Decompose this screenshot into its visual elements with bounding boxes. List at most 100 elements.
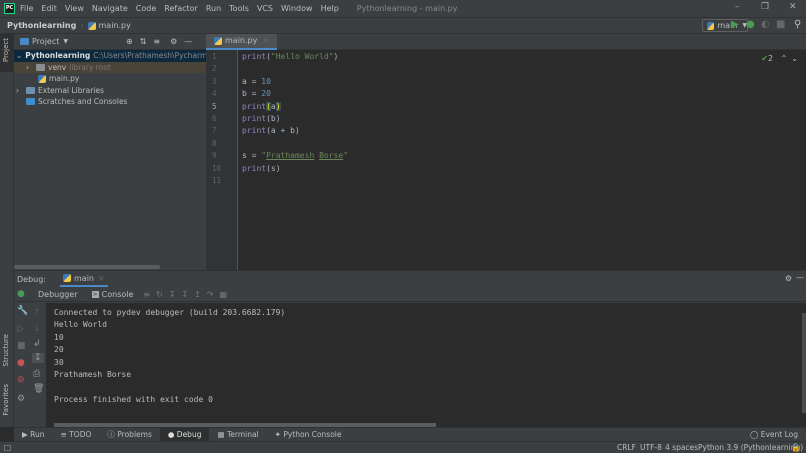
tool-window-bar: ▶ Run ≡ TODO ⓘ Problems ● Debug ▦ Termin… bbox=[14, 427, 806, 442]
toggle-tool-windows-icon[interactable]: □ bbox=[4, 443, 11, 452]
up-icon[interactable]: ↑ bbox=[33, 308, 41, 318]
python-file-icon bbox=[87, 21, 96, 30]
run-icon[interactable]: ▶ bbox=[731, 19, 739, 30]
code-editor[interactable]: main.py × 1 2 3 4 5 6 7 8 9 10 11 print(… bbox=[206, 33, 806, 270]
line-separator[interactable]: CRLF bbox=[617, 443, 636, 452]
pycharm-logo-icon: PC bbox=[4, 3, 15, 14]
stop-icon[interactable]: ■ bbox=[776, 19, 785, 30]
print-icon[interactable]: ⎙ bbox=[33, 369, 40, 379]
event-log-button[interactable]: ◯ Event Log bbox=[742, 428, 806, 442]
gear-icon[interactable]: ⚙ bbox=[785, 274, 792, 283]
tree-item-external-libraries[interactable]: › External Libraries bbox=[14, 85, 206, 97]
inspection-count: 2 bbox=[767, 54, 774, 63]
step-toolbar[interactable]: ≡↻↧↧↥↷▦ bbox=[143, 290, 233, 299]
breadcrumb-project[interactable]: Pythonlearning bbox=[7, 21, 76, 30]
menu-vcs[interactable]: VCS bbox=[257, 4, 273, 13]
console-line: Hello World bbox=[54, 320, 107, 330]
settings-icon[interactable]: ⚙ bbox=[17, 394, 25, 404]
debug-panel: Debug: main × ⚙ — Debugger > Console ≡↻↧↧… bbox=[14, 270, 806, 428]
tree-item-venv[interactable]: › venv library root bbox=[14, 61, 206, 73]
horizontal-scrollbar[interactable] bbox=[14, 265, 160, 269]
tool-tab-debug[interactable]: ● Debug bbox=[159, 427, 210, 442]
structure-tool-button[interactable]: Structure bbox=[2, 334, 10, 367]
tool-tab-problems[interactable]: ⓘ Problems bbox=[99, 428, 159, 442]
console-output[interactable]: Connected to pydev debugger (build 203.6… bbox=[46, 303, 806, 428]
hide-icon[interactable]: — bbox=[796, 273, 804, 282]
tab-console[interactable]: > Console bbox=[91, 290, 133, 299]
expand-all-icon[interactable]: ⇅ bbox=[140, 37, 147, 46]
tool-tab-run[interactable]: ▶ Run bbox=[14, 428, 53, 442]
menu-navigate[interactable]: Navigate bbox=[92, 4, 128, 13]
maximize-button[interactable]: ❐ bbox=[761, 2, 769, 12]
resume-icon[interactable]: ▷ bbox=[17, 324, 24, 334]
line-number: 10 bbox=[212, 163, 222, 173]
debug-session-tab[interactable]: main × bbox=[60, 271, 108, 287]
venv-label: venv bbox=[48, 62, 67, 72]
mute-breakpoints-icon[interactable]: ⊘ bbox=[17, 375, 25, 385]
lock-icon[interactable]: 🔓 bbox=[791, 443, 800, 452]
inspection-widget[interactable]: ✔2 ⌃ ⌄ bbox=[761, 54, 798, 63]
rerun-debug-icon[interactable]: ● bbox=[17, 289, 25, 299]
code-line: a = 10 bbox=[242, 76, 271, 86]
tree-item-project-root[interactable]: ⌄ Pythonlearning C:\Users\Prathamesh\Pyc… bbox=[14, 50, 230, 62]
menu-window[interactable]: Window bbox=[281, 4, 313, 13]
soft-wrap-icon[interactable]: ↲ bbox=[33, 339, 41, 349]
console-v-scrollbar[interactable] bbox=[802, 313, 806, 413]
tool-tab-todo[interactable]: ≡ TODO bbox=[53, 428, 100, 442]
clear-all-icon[interactable]: 🗑 bbox=[33, 384, 44, 394]
favorites-tool-button[interactable]: Favorites bbox=[2, 384, 10, 416]
run-config-select[interactable]: main ▼ bbox=[702, 19, 748, 32]
tab-debugger[interactable]: Debugger bbox=[38, 290, 78, 299]
down-icon[interactable]: ↓ bbox=[33, 324, 41, 334]
search-icon[interactable]: ⚲ bbox=[794, 19, 801, 30]
gear-icon[interactable]: ⚙ bbox=[170, 37, 177, 46]
line-number: 11 bbox=[212, 176, 222, 185]
main-py-label: main.py bbox=[49, 74, 80, 84]
menu-file[interactable]: File bbox=[20, 4, 33, 13]
line-number: 5 bbox=[212, 101, 217, 111]
coverage-icon[interactable]: ◐ bbox=[761, 19, 770, 30]
stop-icon[interactable]: ■ bbox=[17, 341, 26, 351]
window-title: Pythonlearning - main.py bbox=[356, 4, 458, 13]
close-tab-icon[interactable]: × bbox=[262, 36, 269, 45]
navigation-bar: Pythonlearning › main.py bbox=[0, 17, 806, 34]
minimize-button[interactable]: – bbox=[735, 2, 740, 12]
menu-refactor[interactable]: Refactor bbox=[164, 4, 198, 13]
menu-edit[interactable]: Edit bbox=[41, 4, 57, 13]
collapse-all-icon[interactable]: ≡ bbox=[153, 37, 160, 46]
menu-code[interactable]: Code bbox=[136, 4, 156, 13]
code-line: print(a) bbox=[242, 101, 281, 111]
line-number: 7 bbox=[212, 126, 217, 136]
encoding[interactable]: UTF-8 bbox=[640, 443, 662, 452]
scroll-to-end-icon[interactable]: ↧ bbox=[32, 353, 44, 363]
menu-tools[interactable]: Tools bbox=[229, 4, 249, 13]
code-line: b = 20 bbox=[242, 89, 271, 99]
tree-item-scratches[interactable]: Scratches and Consoles bbox=[14, 96, 206, 108]
settings-wrench-icon[interactable]: 🔧 bbox=[17, 306, 28, 316]
menu-run[interactable]: Run bbox=[206, 4, 221, 13]
code-line: print(a + b) bbox=[242, 126, 300, 136]
breadcrumb-file[interactable]: main.py bbox=[99, 21, 131, 30]
tool-tab-terminal[interactable]: ▦ Terminal bbox=[209, 428, 266, 442]
menu-help[interactable]: Help bbox=[321, 4, 339, 13]
console-line: 10 bbox=[54, 332, 64, 342]
status-bar: □ CRLF UTF-8 4 spaces Python 3.9 (Python… bbox=[0, 441, 806, 453]
code-line: print("Hello World") bbox=[242, 52, 339, 61]
close-button[interactable]: ✕ bbox=[789, 2, 797, 12]
menu-bar: PC File Edit View Navigate Code Refactor… bbox=[0, 0, 806, 17]
menu-view[interactable]: View bbox=[65, 4, 84, 13]
code-line: print(s) bbox=[242, 163, 281, 173]
locate-icon[interactable]: ⊕ bbox=[126, 37, 133, 46]
debug-icon[interactable]: ● bbox=[746, 19, 755, 30]
tab-main-py[interactable]: main.py × bbox=[206, 33, 278, 50]
tool-tab-python-console[interactable]: ✦ Python Console bbox=[267, 428, 350, 442]
view-breakpoints-icon[interactable]: ● bbox=[17, 358, 25, 368]
project-tool-button[interactable]: Project bbox=[2, 38, 10, 62]
project-view-select[interactable]: Project bbox=[32, 37, 59, 46]
tree-item-main-py[interactable]: main.py bbox=[14, 73, 206, 85]
line-number: 3 bbox=[212, 76, 217, 86]
line-number: 4 bbox=[212, 89, 217, 99]
indent[interactable]: 4 spaces bbox=[665, 443, 698, 452]
hide-icon[interactable]: — bbox=[184, 37, 192, 46]
interpreter[interactable]: Python 3.9 (Pythonlearning) bbox=[698, 443, 803, 452]
